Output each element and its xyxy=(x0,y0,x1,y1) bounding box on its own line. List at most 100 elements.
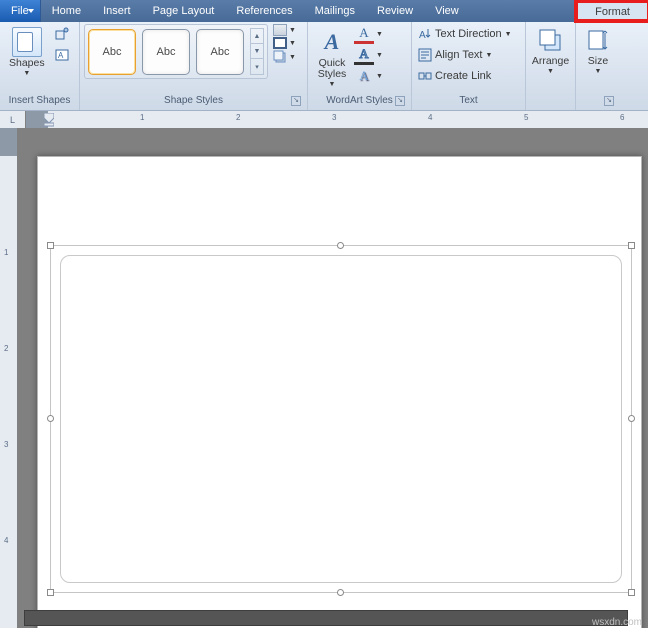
tab-label: Insert xyxy=(103,5,131,17)
group-wordart-styles: A Quick Styles ▼ A▼ A▼ A▼ WordArt Styles… xyxy=(308,22,412,110)
quick-styles-icon: A xyxy=(317,27,347,57)
tab-label: Format xyxy=(595,6,630,18)
tab-review[interactable]: Review xyxy=(366,0,424,22)
swatch-label: Abc xyxy=(211,46,230,58)
textbox-icon: A xyxy=(55,48,69,62)
gallery-spinner[interactable]: ▲ ▼ ▾ xyxy=(250,28,264,75)
style-swatch-3[interactable]: Abc xyxy=(196,29,244,75)
group-text: A Text Direction▼ Align Text▼ Create Lin… xyxy=(412,22,526,110)
text-direction-button[interactable]: A Text Direction▼ xyxy=(416,24,521,44)
selected-textbox[interactable] xyxy=(50,245,632,593)
tab-label: Home xyxy=(52,5,81,17)
tab-label: Review xyxy=(377,5,413,17)
text-direction-icon: A xyxy=(418,27,432,41)
chevron-down-icon: ▼ xyxy=(486,52,493,59)
text-outline-icon: A xyxy=(354,45,374,65)
tab-view[interactable]: View xyxy=(424,0,470,22)
vruler-num: 1 xyxy=(4,248,8,257)
tab-label: View xyxy=(435,5,459,17)
text-fill-button[interactable]: A▼ xyxy=(354,24,383,44)
chevron-down-icon: ▼ xyxy=(376,31,383,38)
chevron-down-icon: ▼ xyxy=(595,68,602,75)
size-label: Size xyxy=(588,56,608,67)
tab-home[interactable]: Home xyxy=(41,0,92,22)
indent-marker-first-line[interactable] xyxy=(44,113,54,125)
edit-shape-button[interactable] xyxy=(52,24,72,44)
shape-effects-button[interactable]: ▼ xyxy=(273,50,296,64)
link-icon xyxy=(418,69,432,83)
ruler-margin-top xyxy=(0,128,17,156)
shapes-icon xyxy=(12,27,42,57)
group-arrange: Arrange ▼ xyxy=(526,22,576,110)
tab-page-layout[interactable]: Page Layout xyxy=(142,0,226,22)
style-swatch-1[interactable]: Abc xyxy=(88,29,136,75)
resize-handle-e[interactable] xyxy=(628,415,635,422)
create-link-label: Create Link xyxy=(435,70,491,82)
chevron-down-icon: ▼ xyxy=(376,52,383,59)
tab-insert[interactable]: Insert xyxy=(92,0,142,22)
text-outline-button[interactable]: A▼ xyxy=(354,45,383,65)
quick-styles-label: Quick Styles xyxy=(318,58,347,80)
resize-handle-nw[interactable] xyxy=(47,242,54,249)
ruler-vertical[interactable]: 1 2 3 4 xyxy=(0,128,17,628)
vruler-num: 4 xyxy=(4,536,8,545)
watermark: wsxdn.com xyxy=(592,617,642,628)
ruler-ticks: 1 2 3 4 5 6 xyxy=(26,111,648,128)
resize-handle-s[interactable] xyxy=(337,589,344,596)
dialog-launcher[interactable]: ↘ xyxy=(395,96,405,106)
group-label-wordart: WordArt Styles↘ xyxy=(312,95,407,110)
resize-handle-ne[interactable] xyxy=(628,242,635,249)
chevron-down-icon: ▼ xyxy=(376,73,383,80)
shape-style-gallery[interactable]: Abc Abc Abc ▲ ▼ ▾ xyxy=(84,24,268,79)
document-page[interactable] xyxy=(37,156,642,628)
style-swatch-2[interactable]: Abc xyxy=(142,29,190,75)
resize-handle-se[interactable] xyxy=(628,589,635,596)
vruler-num: 2 xyxy=(4,344,8,353)
textbox-content[interactable] xyxy=(60,255,622,583)
align-text-button[interactable]: Align Text▼ xyxy=(416,45,521,65)
text-direction-label: Text Direction xyxy=(435,28,502,40)
shapes-button[interactable]: Shapes ▼ xyxy=(4,24,50,80)
chevron-down-icon: ▼ xyxy=(289,54,296,61)
quick-styles-button[interactable]: A Quick Styles ▼ xyxy=(312,24,352,91)
scrollbar-horizontal[interactable] xyxy=(24,610,628,626)
arrange-label: Arrange xyxy=(532,56,569,67)
page-scroll-area[interactable] xyxy=(17,128,648,628)
gallery-more-icon[interactable]: ▾ xyxy=(251,59,263,74)
outline-icon xyxy=(273,37,287,49)
create-link-button[interactable]: Create Link xyxy=(416,66,521,86)
group-shape-styles: Abc Abc Abc ▲ ▼ ▾ ▼ ▼ ▼ Shape Styles↘ xyxy=(80,22,308,110)
chevron-down-icon: ▼ xyxy=(23,70,30,77)
size-icon xyxy=(585,27,611,55)
resize-handle-sw[interactable] xyxy=(47,589,54,596)
document-workspace: 1 2 3 4 xyxy=(0,128,648,628)
tab-file[interactable]: File xyxy=(0,0,41,22)
text-effects-button[interactable]: A▼ xyxy=(354,66,383,86)
effects-icon xyxy=(273,50,287,64)
ribbon-tabstrip: File Home Insert Page Layout References … xyxy=(0,0,648,22)
dialog-launcher[interactable]: ↘ xyxy=(604,96,614,106)
arrange-button[interactable]: Arrange ▼ xyxy=(527,24,574,78)
align-text-icon xyxy=(418,48,432,62)
shape-outline-button[interactable]: ▼ xyxy=(273,37,296,49)
group-size: Size ▼ ↘ xyxy=(576,22,620,110)
ruler-tab-selector[interactable]: L xyxy=(0,111,26,128)
ruler-horizontal[interactable]: 1 2 3 4 5 6 xyxy=(26,111,648,128)
dialog-launcher[interactable]: ↘ xyxy=(291,96,301,106)
text-effects-icon: A xyxy=(354,66,374,86)
size-button[interactable]: Size ▼ xyxy=(580,24,616,78)
arrange-icon xyxy=(537,27,565,55)
tab-references[interactable]: References xyxy=(225,0,303,22)
resize-handle-n[interactable] xyxy=(337,242,344,249)
shape-fill-button[interactable]: ▼ xyxy=(273,24,296,36)
tab-format[interactable]: Format xyxy=(577,0,648,22)
scroll-down-icon[interactable]: ▼ xyxy=(251,44,263,59)
resize-handle-w[interactable] xyxy=(47,415,54,422)
vruler-num: 3 xyxy=(4,440,8,449)
scroll-up-icon[interactable]: ▲ xyxy=(251,29,263,44)
draw-textbox-button[interactable]: A xyxy=(52,45,72,65)
tab-label: References xyxy=(236,5,292,17)
tab-mailings[interactable]: Mailings xyxy=(304,0,366,22)
tab-label: File xyxy=(11,5,29,17)
swatch-label: Abc xyxy=(103,46,122,58)
